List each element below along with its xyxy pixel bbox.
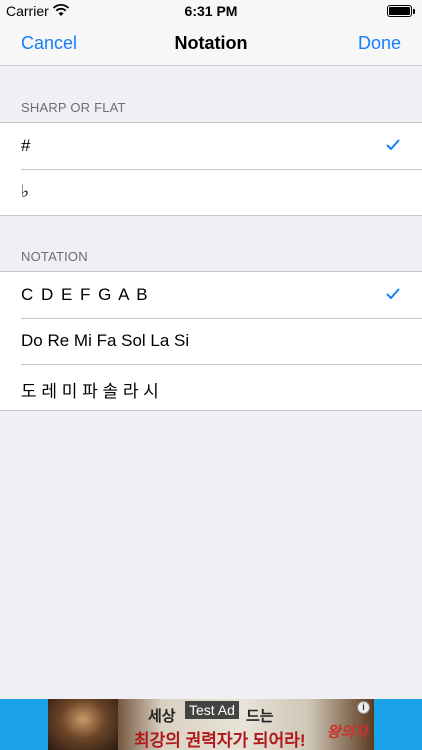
option-korean-notation[interactable]: 도 레 미 파 솔 라 시: [0, 364, 422, 410]
option-label: #: [21, 136, 31, 155]
notation-group: C D E F G A B Do Re Mi Fa Sol La Si 도 레 …: [0, 271, 422, 411]
section-header-notation: NOTATION: [21, 249, 88, 264]
checkmark-icon: [386, 288, 400, 299]
option-label: 도 레 미 파 솔 라 시: [21, 382, 159, 401]
section-header-sharp-or-flat: SHARP OR FLAT: [21, 100, 126, 115]
option-label: C D E F G A B: [21, 285, 150, 304]
ad-logo: 왕의자: [326, 724, 368, 741]
test-ad-label: Test Ad: [185, 701, 239, 719]
option-label: Do Re Mi Fa Sol La Si: [21, 331, 190, 350]
status-time: 6:31 PM: [184, 3, 238, 19]
ad-headline-part2: 드는: [246, 708, 274, 725]
option-letter-notation[interactable]: C D E F G A B: [0, 272, 422, 318]
ad-banner[interactable]: 세상 드는 최강의 권력자가 되어라! 왕의자 Test Ad i: [0, 699, 422, 750]
ad-image[interactable]: 세상 드는 최강의 권력자가 되어라! 왕의자 Test Ad i: [48, 699, 374, 750]
done-button[interactable]: Done: [358, 33, 401, 54]
ad-character-image: [48, 699, 118, 750]
navigation-bar: Cancel Notation Done: [0, 22, 422, 66]
sharp-or-flat-group: # ♭: [0, 122, 422, 216]
option-solfege-notation[interactable]: Do Re Mi Fa Sol La Si: [0, 318, 422, 364]
ad-headline-part1: 세상: [148, 708, 176, 725]
checkmark-icon: [386, 139, 400, 150]
option-label: ♭: [21, 182, 30, 201]
ad-tagline: 최강의 권력자가 되어라!: [134, 731, 306, 750]
option-flat[interactable]: ♭: [0, 169, 422, 215]
battery-icon: [387, 5, 415, 17]
ad-info-icon[interactable]: i: [357, 701, 370, 714]
status-bar: Carrier 6:31 PM: [0, 0, 422, 22]
option-sharp[interactable]: #: [0, 123, 422, 169]
